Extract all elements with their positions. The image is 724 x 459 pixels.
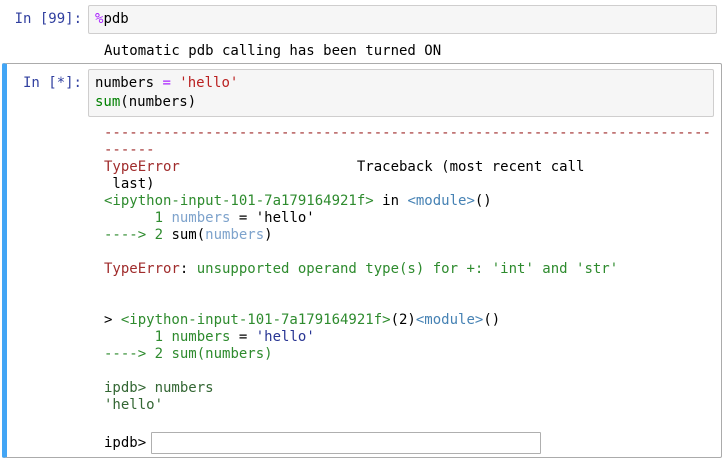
code-editor[interactable]: %pdb xyxy=(88,5,717,34)
ipdb-prompt-label: ipdb> xyxy=(104,435,146,451)
input-prompt: In [99]: xyxy=(0,5,88,29)
ipdb-input-row: ipdb> xyxy=(104,431,714,455)
input-prompt: In [*]: xyxy=(7,69,88,93)
code-cell-selected[interactable]: In [*]: numbers = 'hello'sum(numbers) --… xyxy=(2,63,722,458)
input-area: In [*]: numbers = 'hello'sum(numbers) xyxy=(7,69,714,117)
code-editor[interactable]: numbers = 'hello'sum(numbers) xyxy=(88,69,714,117)
traceback-output: ----------------------------------------… xyxy=(104,125,714,431)
ipdb-input[interactable] xyxy=(151,432,541,454)
code-cell-pdb-magic: In [99]: %pdb Automatic pdb calling has … xyxy=(0,5,724,61)
notebook-page: In [99]: %pdb Automatic pdb calling has … xyxy=(0,0,724,459)
input-area: In [99]: %pdb xyxy=(0,5,724,34)
stdout-text: Automatic pdb calling has been turned ON xyxy=(104,42,724,61)
